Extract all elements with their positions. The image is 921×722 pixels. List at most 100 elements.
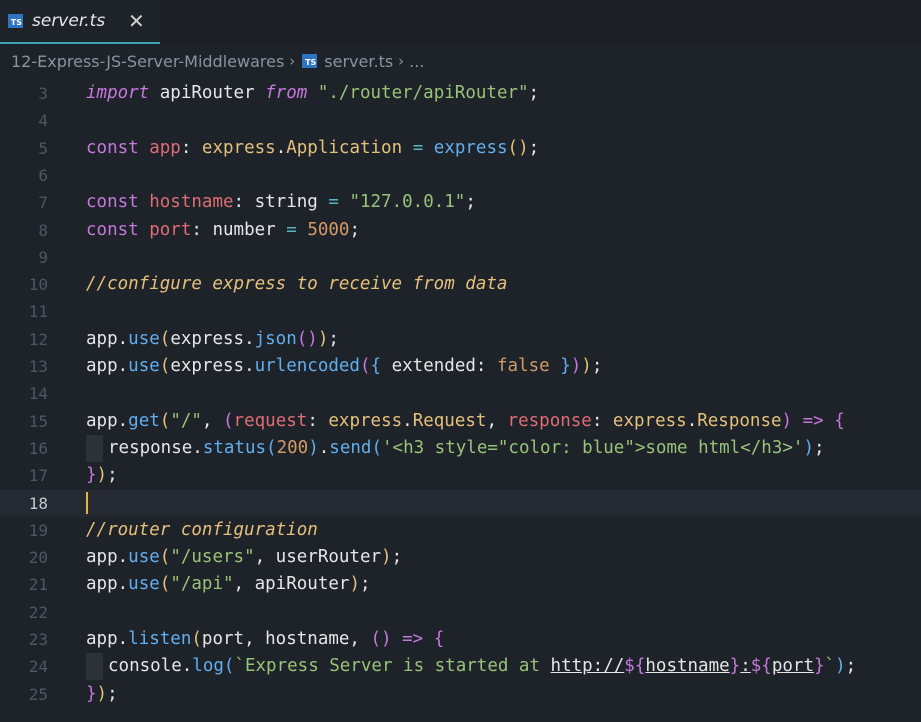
code-token: hostname	[645, 656, 730, 677]
code-line[interactable]: 17});	[0, 462, 921, 489]
typescript-file-icon: TS	[8, 14, 23, 28]
code-token: :	[180, 137, 202, 158]
typescript-file-icon: TS	[302, 54, 318, 68]
code-line[interactable]: 19 //router configuration	[0, 517, 921, 544]
code-token: express	[433, 137, 508, 158]
code-token: ${	[750, 656, 772, 677]
code-line[interactable]: 12 app.use(express.json());	[0, 326, 921, 353]
line-number: 18	[28, 493, 48, 513]
code-line[interactable]: 11	[0, 298, 921, 325]
code-token: `	[824, 656, 836, 677]
chevron-right-icon: ›	[398, 52, 405, 70]
code-line[interactable]: 24 console.log(`Express Server is started…	[0, 653, 921, 681]
code-text: const port: number = 5000;	[86, 217, 360, 244]
code-line[interactable]: 14	[0, 380, 921, 407]
line-number: 22	[28, 602, 48, 622]
code-token: status	[202, 437, 267, 458]
code-token: app.	[86, 574, 129, 595]
code-token: =>	[802, 410, 824, 431]
code-token: response	[507, 410, 592, 431]
code-line[interactable]: 20 app.use("/users", userRouter);	[0, 544, 921, 571]
code-token: )	[781, 410, 793, 431]
code-token: ${	[624, 656, 646, 677]
code-token: express	[201, 137, 276, 158]
code-text: const hostname: string = "127.0.0.1";	[86, 189, 476, 216]
close-icon[interactable]: ✕	[128, 9, 145, 33]
code-line[interactable]: 9	[0, 244, 921, 271]
tab-server-ts[interactable]: TS server.ts ✕	[0, 0, 160, 44]
code-token: }	[729, 656, 741, 677]
code-text: app.use("/api", apiRouter);	[86, 571, 371, 598]
code-token: ;	[813, 437, 825, 458]
code-token: app.	[86, 547, 129, 568]
code-line[interactable]: 7 const hostname: string = "127.0.0.1";	[0, 189, 921, 216]
breadcrumb-file[interactable]: server.ts	[324, 52, 393, 71]
code-token: )	[581, 356, 592, 376]
code-editor[interactable]: 3 import apiRouter from "./router/apiRout…	[0, 80, 921, 722]
line-number: 15	[28, 411, 48, 431]
code-token: : number	[191, 219, 287, 240]
code-text: app.use(express.urlencoded({ extended: f…	[86, 353, 602, 380]
code-token: import	[86, 83, 150, 103]
code-line[interactable]: 18	[0, 489, 921, 517]
code-token: (	[191, 629, 202, 649]
code-token: }	[86, 465, 97, 486]
code-line[interactable]: 10 //configure express to receive from da…	[0, 271, 921, 298]
code-token: http://	[550, 656, 625, 677]
code-token: json	[254, 328, 297, 349]
text-cursor	[86, 491, 88, 514]
code-token: )	[317, 328, 329, 349]
code-token: port	[771, 656, 814, 677]
code-token: ;	[591, 356, 603, 376]
code-token: ;	[465, 192, 476, 213]
code-line[interactable]: 13 app.use(express.urlencoded({ extended:…	[0, 353, 921, 380]
code-token: :	[307, 410, 329, 431]
indent-guide	[86, 653, 103, 681]
code-line[interactable]: 21 app.use("/api", apiRouter);	[0, 571, 921, 598]
line-number: 21	[28, 575, 48, 595]
code-token: "/users"	[170, 547, 255, 568]
code-line[interactable]: 25});	[0, 681, 921, 708]
code-token: ;	[107, 683, 118, 704]
code-token: app.	[86, 356, 129, 376]
code-line[interactable]: 5 const app: express.Application = expres…	[0, 135, 921, 162]
code-line[interactable]: 8 const port: number = 5000;	[0, 217, 921, 244]
code-token: .	[686, 410, 698, 431]
code-line[interactable]: 15 app.get("/", (request: express.Request…	[0, 408, 921, 435]
code-line[interactable]: 6	[0, 162, 921, 189]
code-token: ,	[486, 410, 508, 431]
code-text: //router configuration	[86, 517, 318, 544]
code-token: ;	[528, 83, 540, 103]
code-line[interactable]: 23 app.listen(port, hostname, () => {	[0, 626, 921, 653]
line-number: 20	[28, 548, 48, 568]
code-line[interactable]: 16 response.status(200).send('<h3 style="…	[0, 434, 921, 462]
code-token: app.	[86, 410, 129, 431]
code-token: :	[740, 656, 751, 677]
breadcrumb-symbols[interactable]: ...	[409, 52, 424, 71]
line-number: 16	[28, 438, 48, 458]
breadcrumb: 12-Express-JS-Server-Middlewares › TS se…	[0, 44, 921, 78]
breadcrumb-folder[interactable]: 12-Express-JS-Server-Middlewares	[11, 52, 284, 71]
code-token: ()	[507, 137, 529, 158]
code-line[interactable]: 4	[0, 107, 921, 134]
line-number: 3	[38, 84, 48, 103]
line-number: 8	[38, 220, 48, 240]
code-token: false	[496, 356, 550, 376]
tab-bar: TS server.ts ✕	[0, 0, 921, 44]
code-token: app.	[86, 629, 129, 649]
code-token: console.	[108, 656, 193, 677]
code-line[interactable]: 22	[0, 599, 921, 626]
code-text: });	[86, 462, 118, 489]
code-line[interactable]: 3 import apiRouter from "./router/apiRout…	[0, 80, 921, 107]
code-token: express	[612, 410, 687, 431]
code-token: (	[159, 410, 171, 431]
code-token: .	[275, 137, 287, 158]
code-token: ;	[328, 328, 339, 349]
